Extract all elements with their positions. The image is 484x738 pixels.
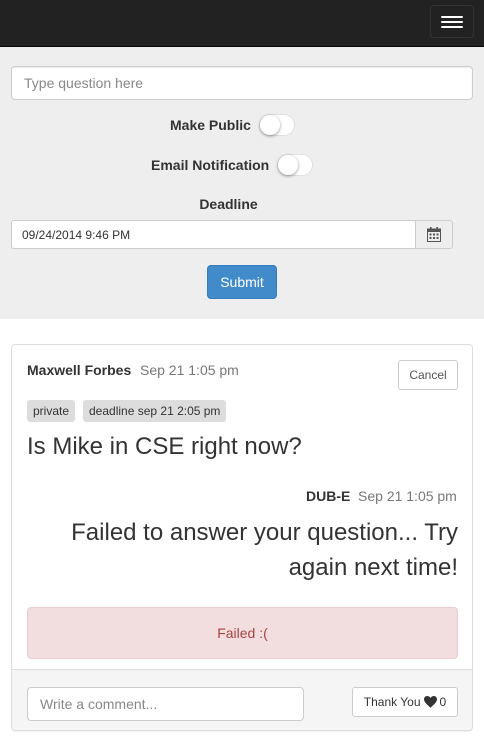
card-footer: Thank You 0 [12,669,472,730]
answer-text: Failed to answer your question... Try ag… [71,519,458,581]
menu-toggle-button[interactable] [430,5,474,38]
cancel-button[interactable]: Cancel [398,360,458,390]
ask-question-form: Make Public Email Notification Deadline … [0,47,484,319]
toggle-knob [278,155,299,175]
deadline-picker [11,220,453,249]
post-time: Sep 21 1:05 pm [140,362,239,378]
hamburger-icon [441,21,463,23]
make-public-row: Make Public [170,113,295,137]
thank-you-label: Thank You [363,695,421,709]
deadline-input[interactable] [11,220,415,249]
tag-private: private [27,400,76,422]
email-notification-row: Email Notification [151,153,314,177]
post-author[interactable]: Maxwell Forbes [27,362,131,378]
calendar-button[interactable] [415,220,453,249]
deadline-label: Deadline [199,196,258,212]
hamburger-icon [441,26,463,28]
question-text: Is Mike in CSE right now? [27,433,302,460]
answer-time: Sep 21 1:05 pm [358,488,457,504]
calendar-icon [427,227,441,242]
answer-author: DUB-E [306,488,351,504]
question-card: Maxwell Forbes Sep 21 1:05 pm Cancel pri… [11,344,473,731]
thank-you-count: 0 [439,695,447,709]
email-notification-toggle[interactable] [277,154,314,176]
comment-input[interactable] [27,687,304,721]
toggle-knob [259,115,280,135]
submit-button[interactable]: Submit [207,265,277,299]
make-public-toggle[interactable] [258,114,295,136]
tag-deadline: deadline sep 21 2:05 pm [83,400,227,422]
make-public-label: Make Public [170,117,251,133]
email-notification-label: Email Notification [151,157,270,173]
thank-you-button[interactable]: Thank You 0 [352,687,458,717]
question-input[interactable] [11,66,473,100]
status-alert: Failed :( [27,607,458,659]
heart-icon [423,696,437,708]
navbar [0,0,484,47]
hamburger-icon [441,16,463,18]
